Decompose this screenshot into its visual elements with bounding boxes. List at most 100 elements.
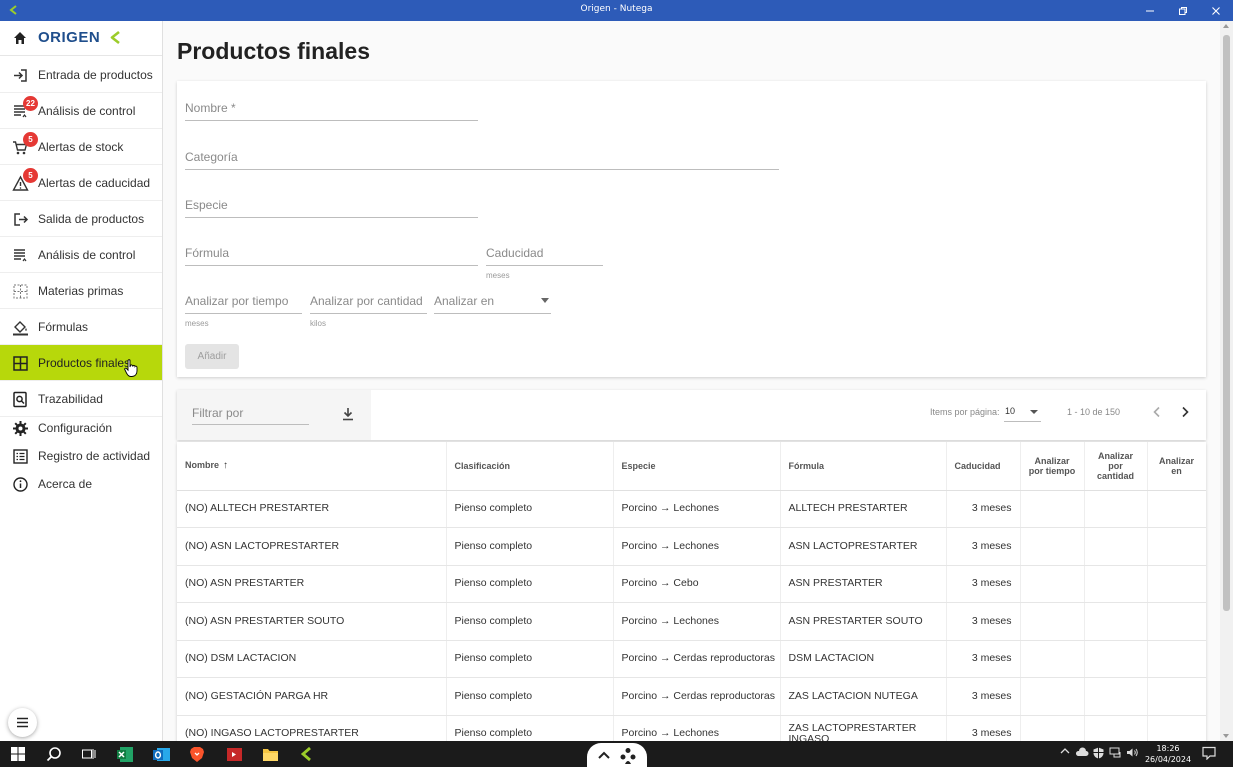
cell-clasificacion: Pienso completo	[446, 640, 614, 678]
sidebar-item-salida-productos[interactable]: Salida de productos	[0, 201, 162, 237]
brave-browser-icon	[190, 746, 204, 762]
sidebar-item-alertas-caducidad[interactable]: 5 Alertas de caducidad	[0, 165, 162, 201]
analizar-en-select[interactable]: Analizar en	[434, 292, 551, 314]
previous-page-button[interactable]	[1147, 402, 1167, 422]
sidebar-item-registro-actividad[interactable]: Registro de actividad	[0, 442, 162, 470]
cell-caducidad: 3 meses	[946, 677, 1021, 716]
table-row[interactable]: (NO) ASN LACTOPRESTARTER Pienso completo…	[177, 527, 1206, 566]
cell-analizar-cantidad	[1084, 527, 1148, 566]
chevron-down-icon	[1030, 410, 1038, 414]
items-per-page-select[interactable]: 10	[1004, 402, 1041, 422]
sidebar-logo[interactable]: ORIGEN	[0, 21, 162, 56]
sidebar-item-label: Trazabilidad	[38, 391, 103, 406]
sidebar-item-productos-finales[interactable]: Productos finales	[0, 345, 162, 381]
categoria-field[interactable]: Categoría	[185, 148, 779, 170]
column-header-caducidad[interactable]: Caducidad	[946, 442, 1021, 491]
sidebar-item-entrada-productos[interactable]: Entrada de productos	[0, 57, 162, 93]
sidebar-item-label: Salida de productos	[38, 211, 145, 226]
network-icon[interactable]	[1109, 747, 1122, 761]
minimize-button[interactable]	[1133, 0, 1167, 21]
system-clock[interactable]: 18:26 26/04/2024	[1142, 743, 1194, 765]
cell-caducidad: 3 meses	[946, 490, 1021, 528]
table-row[interactable]: (NO) ALLTECH PRESTARTER Pienso completo …	[177, 490, 1206, 528]
download-icon[interactable]	[341, 407, 355, 421]
meet-now-widget[interactable]	[587, 743, 647, 767]
caducidad-hint: meses	[486, 271, 510, 280]
filter-input[interactable]: Filtrar por	[192, 404, 309, 425]
search-icon	[46, 747, 61, 762]
taskbar-search-button[interactable]	[45, 745, 63, 763]
cell-clasificacion: Pienso completo	[446, 490, 614, 528]
cell-especie: Porcino → Lechones	[613, 527, 781, 566]
table-row[interactable]: (NO) INGASO LACTOPRESTARTER Pienso compl…	[177, 715, 1206, 741]
people-icon	[620, 748, 636, 764]
table-row[interactable]: (NO) ASN PRESTARTER Pienso completo Porc…	[177, 565, 1206, 603]
taskbar-app-excel[interactable]	[116, 745, 134, 763]
cell-especie: Porcino → Cerdas reproductoras	[613, 640, 781, 678]
column-header-formula[interactable]: Fórmula	[780, 442, 947, 491]
tray-overflow-chevron-icon[interactable]	[1060, 747, 1070, 758]
sidebar-item-trazabilidad[interactable]: Trazabilidad	[0, 381, 162, 417]
sidebar-item-formulas[interactable]: Fórmulas	[0, 309, 162, 345]
cell-caducidad: 3 meses	[946, 565, 1021, 603]
table-toolbar: Filtrar por Items por página: 10 1 - 10 …	[177, 390, 1206, 440]
formula-field[interactable]: Fórmula	[185, 244, 478, 266]
column-header-analizar-cantidad[interactable]: Analizar por cantidad	[1084, 442, 1148, 491]
cell-analizar-tiempo	[1020, 527, 1085, 566]
restore-button[interactable]	[1166, 0, 1200, 21]
app-red-icon	[226, 747, 242, 761]
paint-bucket-icon	[13, 320, 28, 335]
taskbar-app-red[interactable]	[225, 745, 243, 763]
scrollbar-thumb[interactable]	[1223, 35, 1230, 611]
close-button[interactable]	[1199, 0, 1233, 21]
analizar-cantidad-field[interactable]: Analizar por cantidad kilos	[310, 292, 427, 328]
especie-field[interactable]: Especie	[185, 196, 478, 218]
sidebar-item-materias-primas[interactable]: Materias primas	[0, 273, 162, 309]
sidebar-item-acerca-de[interactable]: Acerca de	[0, 470, 162, 498]
scroll-down-arrow-icon[interactable]	[1223, 734, 1229, 738]
table-row[interactable]: (NO) GESTACIÓN PARGA HR Pienso completo …	[177, 677, 1206, 716]
sidebar-item-label: Entrada de productos	[38, 67, 153, 82]
nombre-field[interactable]: Nombre *	[185, 99, 478, 121]
caducidad-field[interactable]: Caducidad meses	[486, 244, 603, 280]
notifications-icon[interactable]	[1202, 746, 1216, 763]
cloud-icon[interactable]	[1075, 747, 1089, 760]
cell-formula: ASN PRESTARTER SOUTO	[780, 602, 947, 641]
cell-clasificacion: Pienso completo	[446, 677, 614, 716]
scroll-up-arrow-icon[interactable]	[1223, 24, 1229, 28]
add-button[interactable]: Añadir	[185, 344, 239, 369]
task-view-button[interactable]	[80, 745, 98, 763]
next-page-button[interactable]	[1175, 402, 1195, 422]
taskbar-app-explorer[interactable]	[261, 745, 279, 763]
column-header-analizar-tiempo[interactable]: Analizar por tiempo	[1020, 442, 1085, 491]
sidebar-item-analisis-control-salida[interactable]: Análisis de control	[0, 237, 162, 273]
cell-especie: Porcino → Lechones	[613, 602, 781, 641]
taskbar-app-origen[interactable]	[298, 745, 316, 763]
volume-icon[interactable]	[1126, 747, 1139, 761]
logout-icon	[14, 212, 29, 226]
column-header-analizar-en[interactable]: Analizar en	[1147, 442, 1206, 491]
sidebar-item-configuracion[interactable]: Configuración	[0, 414, 162, 442]
analizar-tiempo-hint: meses	[185, 319, 209, 328]
column-header-nombre[interactable]: Nombre ↑	[177, 442, 447, 491]
os-taskbar: 18:26 26/04/2024	[0, 741, 1233, 767]
table-row[interactable]: (NO) ASN PRESTARTER SOUTO Pienso complet…	[177, 602, 1206, 641]
sidebar-item-analisis-control-entrada[interactable]: 22 Análisis de control	[0, 93, 162, 129]
cell-analizar-cantidad	[1084, 565, 1148, 603]
cell-analizar-tiempo	[1020, 490, 1085, 528]
menu-toggle-button[interactable]	[8, 708, 37, 737]
column-header-clasificacion[interactable]: Clasificación	[446, 442, 614, 491]
security-shield-icon[interactable]	[1093, 747, 1104, 762]
taskbar-app-brave[interactable]	[188, 745, 206, 763]
sidebar-item-alertas-stock[interactable]: 5 Alertas de stock	[0, 129, 162, 165]
main-content: Productos finales Nombre * Categoría Esp…	[163, 21, 1220, 741]
cell-formula: ASN PRESTARTER	[780, 565, 947, 603]
column-header-especie[interactable]: Especie	[613, 442, 781, 491]
sidebar-item-label: Alertas de stock	[38, 139, 124, 154]
analizar-tiempo-field[interactable]: Analizar por tiempo meses	[185, 292, 302, 328]
page-scrollbar[interactable]	[1220, 21, 1233, 741]
table-row[interactable]: (NO) DSM LACTACION Pienso completo Porci…	[177, 640, 1206, 678]
start-button[interactable]	[9, 745, 27, 763]
taskbar-app-outlook[interactable]	[152, 745, 170, 763]
login-icon	[14, 68, 27, 82]
